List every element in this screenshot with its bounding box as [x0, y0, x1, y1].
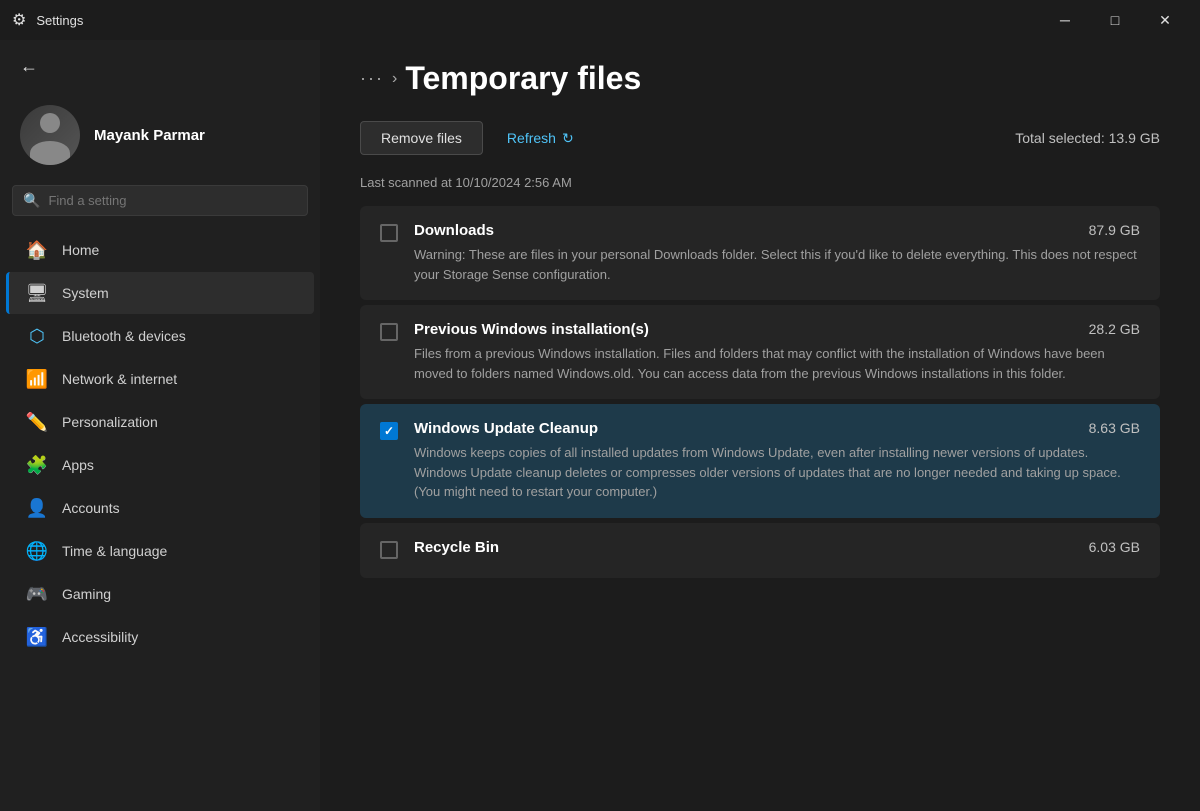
file-info-prev-windows: Previous Windows installation(s) 28.2 GB… — [414, 321, 1140, 383]
checkbox-recycle-bin[interactable] — [380, 541, 398, 559]
sidebar-item-personalization[interactable]: ✏️ Personalization — [6, 401, 314, 443]
personalization-icon: ✏️ — [26, 411, 48, 433]
breadcrumb-chevron: › — [392, 70, 397, 88]
scan-info: Last scanned at 10/10/2024 2:56 AM — [320, 175, 1200, 206]
time-icon: 🌐 — [26, 540, 48, 562]
checkbox-downloads[interactable] — [380, 224, 398, 242]
close-button[interactable]: ✕ — [1142, 4, 1188, 36]
search-icon: 🔍 — [23, 192, 40, 209]
titlebar-controls: ─ □ ✕ — [1042, 4, 1188, 36]
refresh-icon: ↻ — [562, 130, 574, 147]
sidebar-item-personalization-label: Personalization — [62, 414, 158, 430]
file-header-windows-update: Windows Update Cleanup 8.63 GB — [414, 420, 1140, 437]
file-item-downloads: Downloads 87.9 GB Warning: These are fil… — [360, 206, 1160, 300]
file-name-prev-windows: Previous Windows installation(s) — [414, 321, 649, 338]
total-selected: Total selected: 13.9 GB — [1015, 130, 1160, 146]
titlebar: ⚙ Settings ─ □ ✕ — [0, 0, 1200, 40]
apps-icon: 🧩 — [26, 454, 48, 476]
file-item-prev-windows: Previous Windows installation(s) 28.2 GB… — [360, 305, 1160, 399]
system-icon: 🖥 — [26, 282, 48, 304]
checkbox-windows-update[interactable] — [380, 422, 398, 440]
sidebar-item-apps-label: Apps — [62, 457, 94, 473]
content-header: ··· › Temporary files — [320, 40, 1200, 121]
bluetooth-icon: ⬡ — [26, 325, 48, 347]
file-info-downloads: Downloads 87.9 GB Warning: These are fil… — [414, 222, 1140, 284]
sidebar-item-bluetooth-label: Bluetooth & devices — [62, 328, 186, 344]
network-icon: 📶 — [26, 368, 48, 390]
file-size-windows-update: 8.63 GB — [1089, 420, 1140, 436]
sidebar-item-accounts-label: Accounts — [62, 500, 120, 516]
minimize-button[interactable]: ─ — [1042, 4, 1088, 36]
sidebar-item-system-label: System — [62, 285, 109, 301]
remove-files-button[interactable]: Remove files — [360, 121, 483, 155]
sidebar-item-apps[interactable]: 🧩 Apps — [6, 444, 314, 486]
gaming-icon: 🎮 — [26, 583, 48, 605]
file-size-prev-windows: 28.2 GB — [1089, 321, 1140, 337]
sidebar-item-home[interactable]: 🏠 Home — [6, 229, 314, 271]
file-list: Downloads 87.9 GB Warning: These are fil… — [320, 206, 1200, 582]
file-header-prev-windows: Previous Windows installation(s) 28.2 GB — [414, 321, 1140, 338]
sidebar-item-gaming-label: Gaming — [62, 586, 111, 602]
file-header-downloads: Downloads 87.9 GB — [414, 222, 1140, 239]
maximize-button[interactable]: □ — [1092, 4, 1138, 36]
accounts-icon: 👤 — [26, 497, 48, 519]
file-item-windows-update: Windows Update Cleanup 8.63 GB Windows k… — [360, 404, 1160, 518]
sidebar: ← Mayank Parmar 🔍 🏠 Home 🖥 System — [0, 40, 320, 811]
search-container: 🔍 — [0, 185, 320, 228]
sidebar-item-network-label: Network & internet — [62, 371, 177, 387]
accessibility-icon: ♿ — [26, 626, 48, 648]
file-name-downloads: Downloads — [414, 222, 494, 239]
sidebar-item-accessibility-label: Accessibility — [62, 629, 138, 645]
titlebar-left: ⚙ Settings — [12, 10, 83, 30]
toolbar: Remove files Refresh ↻ Total selected: 1… — [320, 121, 1200, 175]
titlebar-title: Settings — [36, 13, 83, 28]
sidebar-item-gaming[interactable]: 🎮 Gaming — [6, 573, 314, 615]
sidebar-item-accounts[interactable]: 👤 Accounts — [6, 487, 314, 529]
sidebar-item-home-label: Home — [62, 242, 99, 258]
content-area: ··· › Temporary files Remove files Refre… — [320, 40, 1200, 811]
avatar — [20, 105, 80, 165]
file-info-windows-update: Windows Update Cleanup 8.63 GB Windows k… — [414, 420, 1140, 502]
sidebar-item-time-label: Time & language — [62, 543, 167, 559]
file-info-recycle-bin: Recycle Bin 6.03 GB — [414, 539, 1140, 562]
file-desc-windows-update: Windows keeps copies of all installed up… — [414, 443, 1140, 502]
file-desc-downloads: Warning: These are files in your persona… — [414, 245, 1140, 284]
file-header-recycle-bin: Recycle Bin 6.03 GB — [414, 539, 1140, 556]
home-icon: 🏠 — [26, 239, 48, 261]
refresh-button[interactable]: Refresh ↻ — [491, 122, 590, 155]
refresh-label: Refresh — [507, 130, 556, 146]
sidebar-item-bluetooth[interactable]: ⬡ Bluetooth & devices — [6, 315, 314, 357]
search-box: 🔍 — [12, 185, 308, 216]
file-name-windows-update: Windows Update Cleanup — [414, 420, 598, 437]
breadcrumb-dots[interactable]: ··· — [360, 68, 384, 89]
page-title: Temporary files — [405, 60, 641, 97]
sidebar-item-system[interactable]: 🖥 System — [6, 272, 314, 314]
app-icon: ⚙ — [12, 10, 26, 30]
sidebar-item-accessibility[interactable]: ♿ Accessibility — [6, 616, 314, 658]
back-button[interactable]: ← — [12, 52, 46, 81]
search-input[interactable] — [48, 193, 297, 208]
file-name-recycle-bin: Recycle Bin — [414, 539, 499, 556]
checkbox-prev-windows[interactable] — [380, 323, 398, 341]
sidebar-nav: 🏠 Home 🖥 System ⬡ Bluetooth & devices 📶 … — [0, 228, 320, 659]
user-name: Mayank Parmar — [94, 127, 205, 144]
file-size-downloads: 87.9 GB — [1089, 222, 1140, 238]
sidebar-item-time[interactable]: 🌐 Time & language — [6, 530, 314, 572]
file-item-recycle-bin: Recycle Bin 6.03 GB — [360, 523, 1160, 578]
app-container: ← Mayank Parmar 🔍 🏠 Home 🖥 System — [0, 40, 1200, 811]
file-desc-prev-windows: Files from a previous Windows installati… — [414, 344, 1140, 383]
sidebar-item-network[interactable]: 📶 Network & internet — [6, 358, 314, 400]
user-profile: Mayank Parmar — [0, 89, 320, 185]
file-size-recycle-bin: 6.03 GB — [1089, 539, 1140, 555]
